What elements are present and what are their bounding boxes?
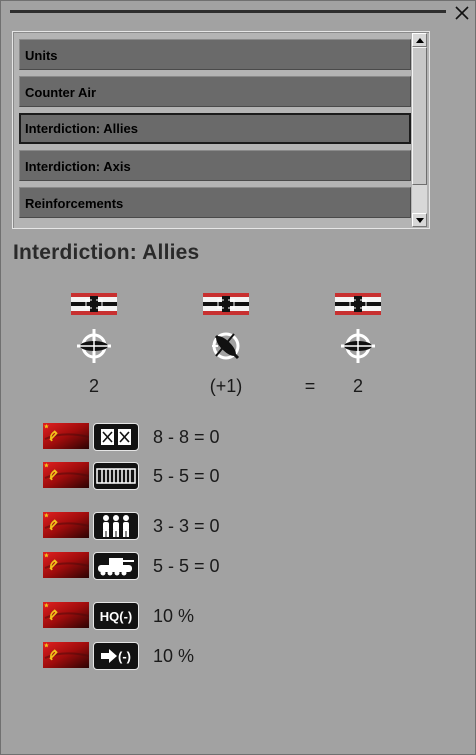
hq-icon: HQ(-) xyxy=(93,602,139,630)
move-icon-label: (-) xyxy=(118,648,131,664)
list-item-interdiction-axis[interactable]: Interdiction: Axis xyxy=(19,150,411,181)
move-icon: (-) xyxy=(93,642,139,670)
air-target-icon xyxy=(75,327,113,365)
scroll-down-button[interactable] xyxy=(412,213,427,227)
summary-value-2: (+1) xyxy=(209,376,243,396)
arrow-up-icon xyxy=(415,37,424,43)
summary-col-1 xyxy=(64,292,124,371)
soviet-flag-icon xyxy=(43,423,89,449)
german-flag-icon xyxy=(334,292,382,316)
scroll-up-button[interactable] xyxy=(412,33,427,47)
row-value: 3 - 3 = 0 xyxy=(153,516,220,536)
supply-depot-icon xyxy=(93,423,139,451)
category-list: Units Counter Air Interdiction: Allies I… xyxy=(12,31,430,229)
scroll-thumb[interactable] xyxy=(412,47,427,185)
tank-icon xyxy=(93,552,139,580)
close-button[interactable] xyxy=(450,2,474,24)
dialog-panel: Units Counter Air Interdiction: Allies I… xyxy=(0,0,476,755)
german-flag-icon xyxy=(70,292,118,316)
summary-value-1: 2 xyxy=(88,376,99,396)
row-value: 10 % xyxy=(153,606,195,626)
arrow-right-icon xyxy=(101,649,117,663)
list-item-interdiction-allies[interactable]: Interdiction: Allies xyxy=(19,113,411,144)
close-icon xyxy=(455,6,469,20)
soviet-flag-icon xyxy=(43,602,89,628)
summary-col-3 xyxy=(328,292,388,371)
soviet-flag-icon xyxy=(43,552,89,578)
list-scrollbar[interactable] xyxy=(412,33,427,227)
ground-attack-icon xyxy=(212,332,240,360)
row-value: 5 - 5 = 0 xyxy=(153,466,220,486)
row-value: 5 - 5 = 0 xyxy=(153,556,220,576)
hq-icon-label: HQ(-) xyxy=(99,608,133,624)
rail-icon xyxy=(93,462,139,490)
row-value: 8 - 8 = 0 xyxy=(153,427,220,447)
soviet-flag-icon xyxy=(43,512,89,538)
infantry-icon xyxy=(93,512,139,540)
list-item-units[interactable]: Units xyxy=(19,39,411,70)
list-item-counter-air[interactable]: Counter Air xyxy=(19,76,411,107)
title-rule xyxy=(10,10,446,13)
air-target-icon xyxy=(339,327,377,365)
soviet-flag-icon xyxy=(43,642,89,668)
row-value: 10 % xyxy=(153,646,195,666)
soviet-flag-icon xyxy=(43,462,89,488)
summary-value-3: 2 xyxy=(352,376,363,396)
summary-col-2 xyxy=(196,292,256,371)
section-title: Interdiction: Allies xyxy=(13,241,200,264)
german-flag-icon xyxy=(202,292,250,316)
arrow-down-icon xyxy=(415,217,424,223)
list-item-reinforcements[interactable]: Reinforcements xyxy=(19,187,411,218)
